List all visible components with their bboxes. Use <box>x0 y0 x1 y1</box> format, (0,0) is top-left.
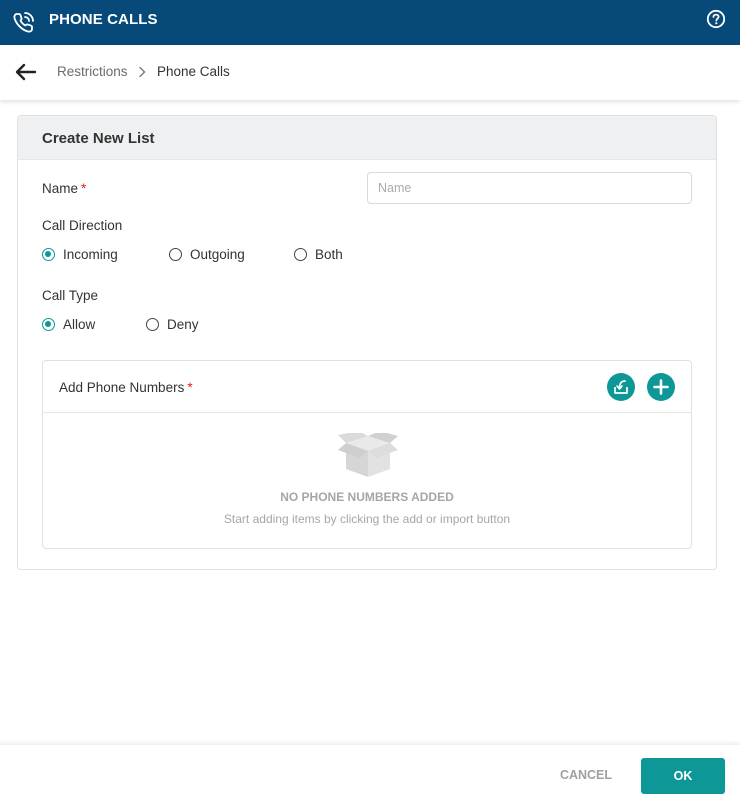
card-header: Create New List <box>18 116 716 160</box>
phone-numbers-header: Add Phone Numbers * <box>43 361 691 413</box>
top-bar: PHONE CALLS <box>0 0 740 45</box>
empty-box-icon <box>338 433 398 477</box>
radio-dot <box>146 318 159 331</box>
radio-incoming-label: Incoming <box>63 247 118 262</box>
radio-incoming[interactable]: Incoming <box>42 247 118 262</box>
import-button[interactable] <box>607 373 635 401</box>
radio-both[interactable]: Both <box>294 247 343 262</box>
radio-dot <box>42 318 55 331</box>
name-label: Name * <box>42 181 86 196</box>
page-title: PHONE CALLS <box>49 11 158 28</box>
radio-deny-label: Deny <box>167 317 199 332</box>
card-title: Create New List <box>42 130 155 147</box>
arrow-left-icon[interactable] <box>14 62 38 82</box>
import-icon <box>614 380 628 394</box>
create-list-card: Create New List Name* Call Direction Inc… <box>17 115 717 570</box>
name-label-text: Name <box>42 181 79 196</box>
empty-state-subtitle: Start adding items by clicking the add o… <box>223 512 511 526</box>
required-marker: * <box>187 380 193 395</box>
phone-numbers-label: Add Phone Numbers * <box>59 380 193 395</box>
plus-icon <box>653 379 669 395</box>
phone-numbers-panel: Add Phone Numbers * NO PHONE NUMBERS ADD… <box>42 360 692 549</box>
required-marker: * <box>81 181 87 196</box>
ok-button[interactable]: OK <box>641 758 725 794</box>
breadcrumb-phone-calls: Phone Calls <box>157 64 230 79</box>
add-phone-number-button[interactable] <box>647 373 675 401</box>
radio-dot <box>42 248 55 261</box>
phone-calls-icon <box>13 12 34 33</box>
footer-bar: CANCEL OK <box>0 745 740 798</box>
radio-outgoing-label: Outgoing <box>190 247 245 262</box>
name-field[interactable] <box>367 172 692 204</box>
help-circle-icon[interactable] <box>706 9 726 29</box>
radio-allow-label: Allow <box>63 317 96 332</box>
call-type-label: Call Type <box>42 288 99 303</box>
phone-numbers-label-text: Add Phone Numbers <box>59 380 185 395</box>
breadcrumb-restrictions[interactable]: Restrictions <box>57 64 128 79</box>
breadcrumb: Restrictions Phone Calls <box>0 45 740 100</box>
empty-state-title: NO PHONE NUMBERS ADDED <box>280 490 454 504</box>
call-direction-label: Call Direction <box>42 218 123 233</box>
radio-outgoing[interactable]: Outgoing <box>169 247 245 262</box>
radio-dot <box>169 248 182 261</box>
radio-deny[interactable]: Deny <box>146 317 199 332</box>
radio-allow[interactable]: Allow <box>42 317 95 332</box>
cancel-button[interactable]: CANCEL <box>549 758 623 792</box>
radio-dot <box>294 248 307 261</box>
radio-both-label: Both <box>315 247 343 262</box>
chevron-right-icon <box>139 66 146 78</box>
